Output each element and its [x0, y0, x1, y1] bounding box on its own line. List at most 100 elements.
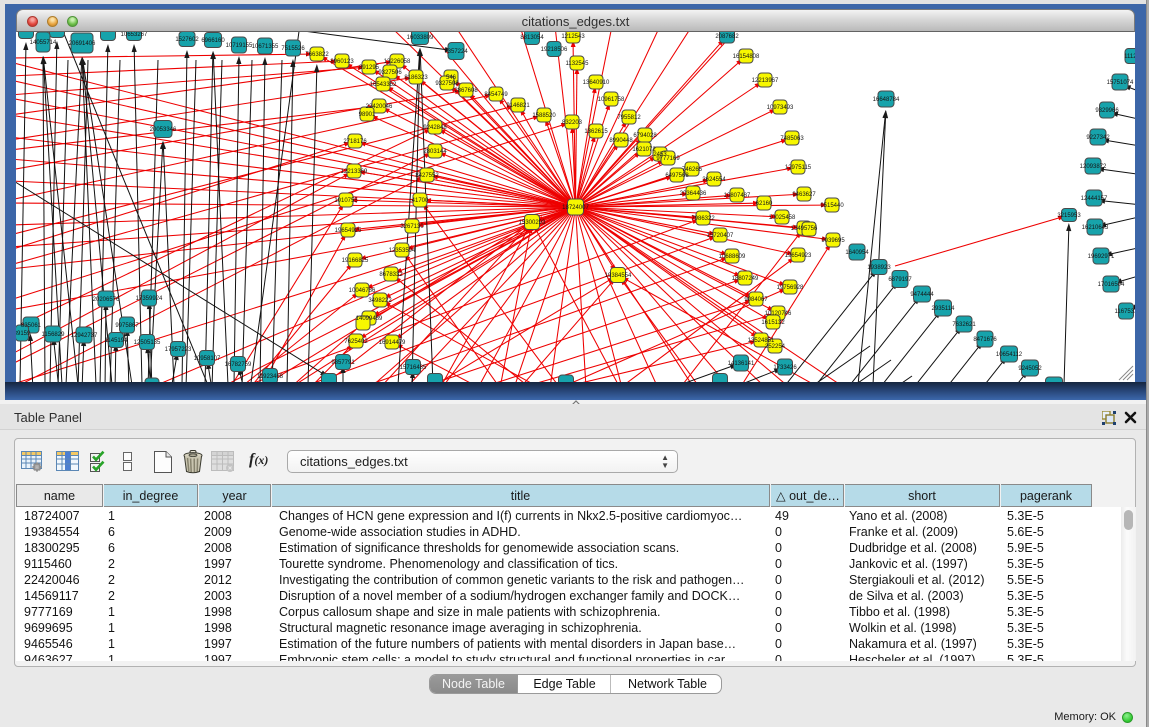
svg-text:8454749: 8454749 — [484, 92, 508, 98]
svg-text:8471676: 8471676 — [973, 337, 997, 343]
svg-text:11923468: 11923468 — [257, 374, 284, 380]
svg-text:20053346: 20053346 — [150, 127, 177, 133]
svg-text:9329966: 9329966 — [1095, 108, 1119, 114]
svg-text:18807249: 18807249 — [732, 276, 759, 282]
svg-text:17359924: 17359924 — [136, 296, 163, 302]
svg-text:10958107: 10958107 — [194, 356, 221, 362]
svg-text:12975115: 12975115 — [785, 165, 812, 171]
svg-text:39159: 39159 — [16, 331, 31, 337]
svg-text:11124: 11124 — [1124, 54, 1135, 60]
svg-text:891295: 891295 — [359, 65, 380, 71]
svg-text:12505135: 12505135 — [134, 340, 161, 346]
svg-text:8427552: 8427552 — [415, 173, 439, 179]
svg-text:835061: 835061 — [21, 323, 42, 329]
svg-text:19384554: 19384554 — [605, 273, 632, 279]
svg-text:3498222: 3498222 — [368, 298, 392, 304]
svg-text:16782759: 16782759 — [225, 362, 252, 368]
svg-text:1733426: 1733426 — [773, 365, 797, 371]
svg-text:9857791: 9857791 — [331, 360, 355, 366]
svg-text:19166825: 19166825 — [342, 258, 369, 264]
svg-text:1010755: 1010755 — [334, 198, 358, 204]
svg-text:8186323: 8186323 — [404, 75, 428, 81]
svg-text:16543362: 16543362 — [370, 82, 397, 88]
svg-text:15751074: 15751074 — [1107, 80, 1134, 86]
svg-text:2718176: 2718176 — [343, 139, 367, 145]
svg-text:1212543: 1212543 — [561, 34, 585, 40]
svg-text:1132545: 1132545 — [566, 61, 590, 67]
svg-text:6966160: 6966160 — [201, 38, 225, 44]
svg-text:3624554: 3624554 — [702, 177, 726, 183]
svg-text:14055714: 14055714 — [30, 40, 57, 46]
svg-text:14099489: 14099489 — [356, 316, 383, 322]
svg-text:16210643: 16210643 — [1082, 225, 1109, 231]
svg-text:7663822: 7663822 — [305, 52, 329, 58]
svg-text:1167533: 1167533 — [1115, 309, 1135, 315]
svg-text:12353594: 12353594 — [389, 248, 416, 254]
svg-text:6879197: 6879197 — [888, 277, 912, 283]
svg-text:10120746: 10120746 — [765, 311, 792, 317]
svg-text:8813054: 8813054 — [520, 35, 544, 41]
svg-text:98901: 98901 — [359, 112, 376, 118]
svg-text:10046786: 10046786 — [349, 288, 376, 294]
svg-text:10671355: 10671355 — [252, 44, 279, 50]
svg-text:12942737: 12942737 — [71, 333, 98, 339]
svg-text:9146821: 9146821 — [506, 103, 530, 109]
svg-text:2867608: 2867608 — [454, 88, 478, 94]
svg-text:8678332: 8678332 — [379, 272, 403, 278]
svg-text:3267130: 3267130 — [400, 224, 424, 230]
svg-text:9463627: 9463627 — [792, 192, 816, 198]
svg-text:8960123: 8960123 — [330, 59, 354, 65]
svg-text:7625402: 7625402 — [344, 339, 368, 345]
svg-text:16033809: 16033809 — [407, 35, 434, 41]
svg-text:10654112: 10654112 — [996, 352, 1023, 358]
svg-text:10025458: 10025458 — [769, 215, 796, 221]
svg-text:41700: 41700 — [412, 198, 429, 204]
svg-text:1362615: 1362615 — [584, 129, 608, 135]
svg-text:15495756: 15495756 — [791, 226, 818, 232]
svg-text:9975867: 9975867 — [115, 323, 139, 329]
svg-text:16648784: 16648784 — [873, 97, 900, 103]
svg-text:13226058: 13226058 — [384, 59, 411, 65]
svg-text:10973493: 10973493 — [767, 105, 794, 111]
svg-text:1588520: 1588520 — [532, 113, 556, 119]
svg-text:19692971: 19692971 — [1088, 254, 1115, 260]
svg-text:15720407: 15720407 — [707, 233, 734, 239]
svg-text:7357224: 7357224 — [444, 49, 468, 55]
svg-text:9777169: 9777169 — [656, 156, 680, 162]
svg-text:10653267: 10653267 — [121, 32, 148, 38]
svg-text:9327508: 9327508 — [435, 81, 459, 87]
svg-text:9245052: 9245052 — [1018, 366, 1042, 372]
svg-text:16154808: 16154808 — [733, 54, 760, 60]
svg-text:9327506: 9327506 — [378, 70, 402, 76]
svg-text:1640954: 1640954 — [845, 250, 869, 256]
svg-text:832203: 832203 — [562, 120, 583, 126]
svg-text:9242848: 9242848 — [423, 125, 447, 131]
svg-text:9474444: 9474444 — [910, 292, 934, 298]
svg-text:12444157: 12444157 — [1081, 196, 1108, 202]
svg-text:15716485: 15716485 — [400, 365, 427, 371]
svg-text:252254: 252254 — [765, 344, 786, 350]
svg-text:7515526: 7515526 — [281, 46, 305, 52]
svg-text:1145194: 1145194 — [105, 338, 129, 344]
svg-text:19654923: 19654923 — [785, 253, 812, 259]
svg-text:7485063: 7485063 — [780, 136, 804, 142]
svg-text:7632621: 7632621 — [952, 322, 976, 328]
svg-text:10719155: 10719155 — [226, 43, 253, 49]
svg-text:20364436: 20364436 — [680, 191, 707, 197]
svg-text:16914479: 16914479 — [379, 340, 406, 346]
svg-text:18724007: 18724007 — [562, 205, 589, 211]
svg-text:2935114: 2935114 — [932, 306, 956, 312]
svg-text:6497568: 6497568 — [665, 173, 689, 179]
svg-text:9039695: 9039695 — [821, 238, 845, 244]
svg-text:9227342: 9227342 — [1086, 135, 1110, 141]
svg-text:2803144: 2803144 — [423, 149, 447, 155]
svg-text:12213967: 12213967 — [752, 78, 779, 84]
svg-text:7986322: 7986322 — [691, 216, 715, 222]
svg-text:1527602: 1527602 — [175, 37, 199, 43]
svg-text:10807487: 10807487 — [724, 193, 751, 199]
svg-text:7955812: 7955812 — [617, 115, 641, 121]
svg-text:6794028: 6794028 — [633, 133, 657, 139]
svg-text:12213369: 12213369 — [341, 169, 368, 175]
svg-text:22420046: 22420046 — [366, 104, 393, 110]
svg-text:1156829: 1156829 — [42, 332, 66, 338]
